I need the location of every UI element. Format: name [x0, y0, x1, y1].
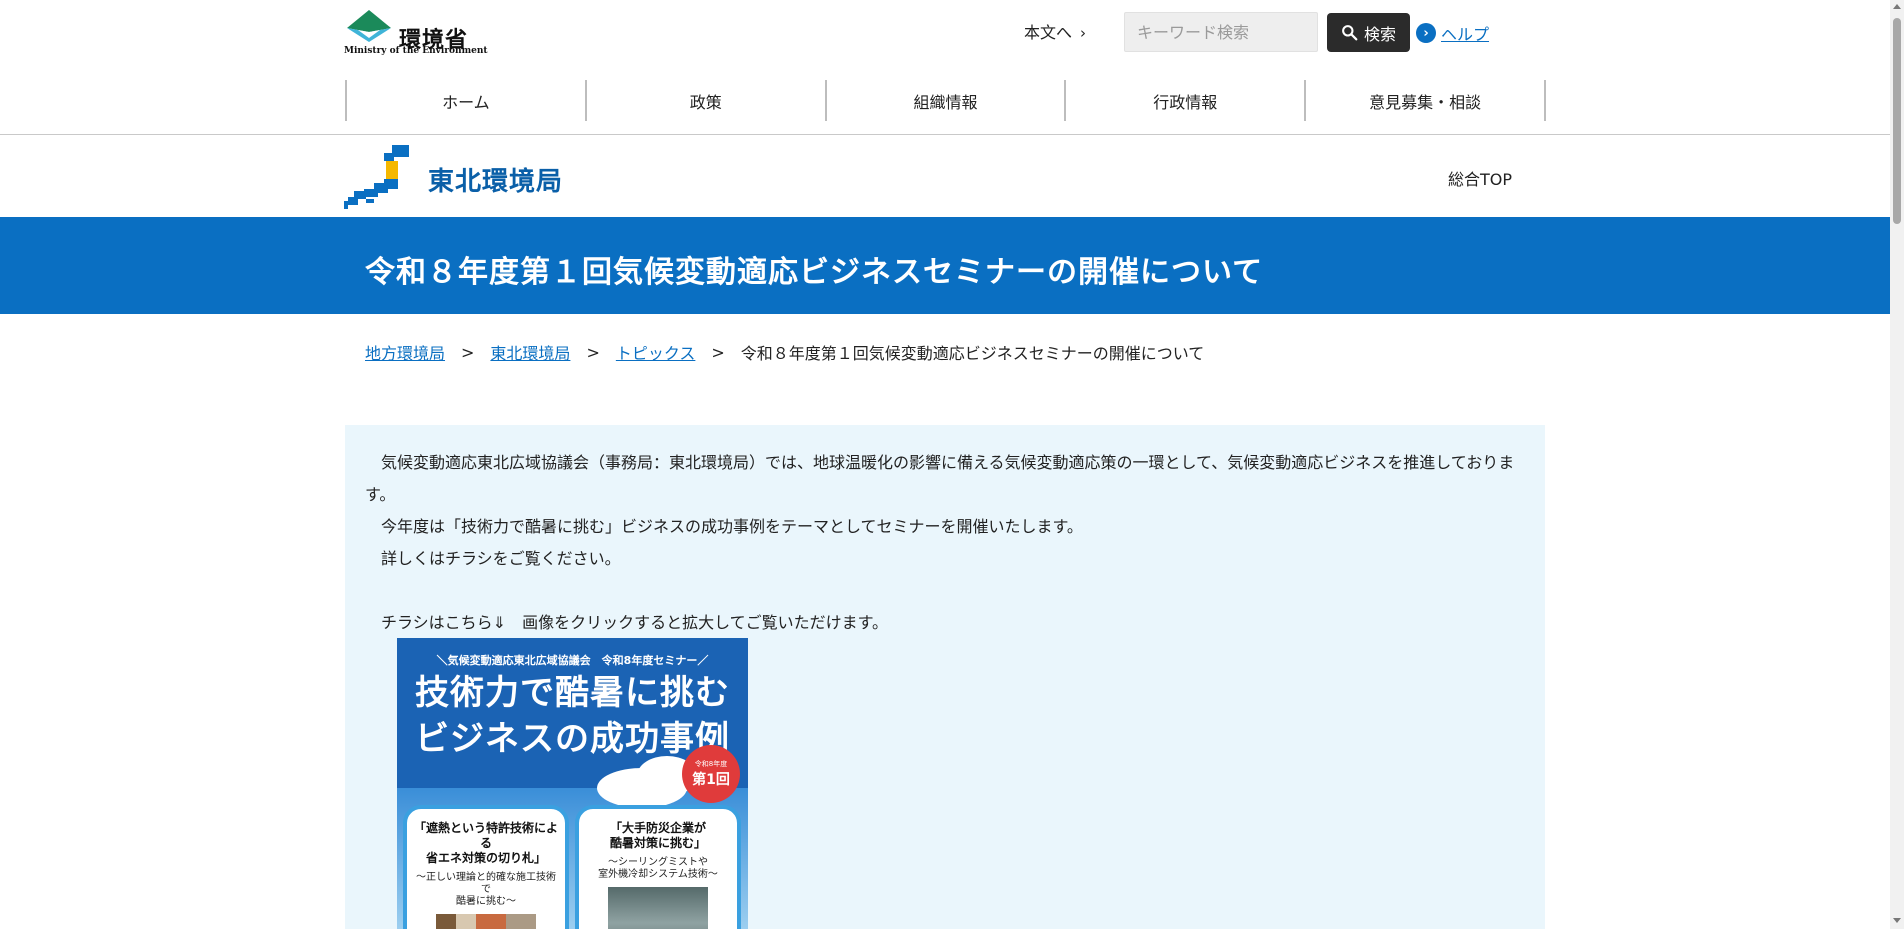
flyer-card-2-photo [608, 887, 708, 929]
flyer-card-1-sub-line2: 酷暑に挑む〜 [456, 896, 516, 907]
vertical-scrollbar[interactable] [1890, 0, 1904, 929]
nav-item-organization[interactable]: 組織情報 [824, 80, 1065, 121]
japan-map-icon [344, 145, 409, 209]
breadcrumb-link-tohoku[interactable]: 東北環境局 [490, 340, 570, 364]
nav-item-home[interactable]: ホーム [345, 80, 585, 121]
page-title: 令和８年度第１回気候変動適応ビジネスセミナーの開催について [365, 255, 1264, 290]
search-button-label: 検索 [1363, 24, 1396, 44]
keyword-search-input[interactable] [1124, 12, 1318, 52]
breadcrumb-separator: > [461, 342, 475, 362]
flyer-card-1-sub-line1: 〜正しい理論と的確な施工技術で [416, 872, 556, 895]
bureau-name[interactable]: 東北環境局 [428, 161, 563, 198]
nav-item-policy[interactable]: 政策 [584, 80, 825, 121]
flyer-badge-year: 令和8年度 [694, 760, 728, 768]
flyer-badge-number: 第1回 [692, 772, 730, 788]
skip-to-content-label: 本文へ [1024, 23, 1073, 42]
ministry-logo-mark-icon [347, 10, 391, 42]
search-button[interactable]: 検索 [1327, 13, 1410, 52]
intro-paragraph: 気候変動適応東北広域協議会（事務局：東北環境局）では、地球温暖化の影響に備える気… [365, 453, 1515, 504]
flyer-card-2-sub-line1: 〜シーリングミストや [608, 857, 708, 868]
flyer-headline-line1: 技術力で酷暑に挑む [415, 673, 730, 713]
flyer-card-1-photo [436, 914, 536, 929]
theme-paragraph: 今年度は「技術力で酷暑に挑む」ビジネスの成功事例をテーマとしてセミナーを開催いた… [381, 517, 1083, 536]
search-icon [1342, 25, 1358, 41]
global-nav: ホーム 政策 組織情報 行政情報 意見募集・相談 [345, 80, 1546, 121]
flyer-notice: チラシはこちら⇓ 画像をクリックすると拡大してご覧いただけます。 [381, 613, 889, 632]
scroll-down-arrow-icon[interactable] [1893, 918, 1901, 923]
flyer-card-1-title-line1: 「遮熱という特許技術による [413, 821, 558, 850]
help-link[interactable]: ヘルプ [1441, 21, 1489, 45]
flyer-card-2: 「大手防災企業が 酷暑対策に挑む」 〜シーリングミストや 室外機冷却システム技術… [575, 805, 741, 929]
skip-to-content-link[interactable]: 本文へ › [1024, 19, 1086, 43]
breadcrumb-separator: > [711, 342, 725, 362]
nav-item-administration[interactable]: 行政情報 [1064, 80, 1304, 121]
flyer-card-1: 「遮熱という特許技術による 省エネ対策の切り札」 〜正しい理論と的確な施工技術で… [403, 805, 569, 929]
flyer-card-1-title-line2: 省エネ対策の切り札」 [425, 851, 546, 865]
ministry-logo[interactable]: 環境省 Ministry of the Environment [344, 8, 488, 56]
bureau-bar [0, 136, 1890, 217]
nav-item-opinions[interactable]: 意見募集・相談 [1304, 80, 1546, 121]
details-paragraph: 詳しくはチラシをご覧ください。 [381, 549, 621, 568]
flyer-image[interactable]: ＼気候変動適応東北広域協議会 令和8年度セミナー／ 技術力で酷暑に挑む ビジネス… [397, 638, 748, 929]
general-top-link[interactable]: 総合TOP [1448, 166, 1512, 190]
flyer-badge: 令和8年度 第1回 [682, 745, 740, 803]
flyer-card-2-title-line2: 酷暑対策に挑む」 [609, 836, 706, 850]
scroll-up-arrow-icon[interactable] [1893, 4, 1901, 9]
scrollbar-thumb[interactable] [1893, 18, 1901, 224]
breadcrumb-separator: > [586, 342, 600, 362]
help-link-group: › ヘルプ [1416, 21, 1489, 45]
content-box: 気候変動適応東北広域協議会（事務局：東北環境局）では、地球温暖化の影響に備える気… [345, 425, 1545, 929]
chevron-right-icon: › [1080, 24, 1087, 42]
flyer-card-2-sub-line2: 室外機冷却システム技術〜 [598, 869, 718, 880]
ministry-logo-en: Ministry of the Environment [344, 46, 488, 56]
flyer-kicker: ＼気候変動適応東北広域協議会 令和8年度セミナー／ [436, 654, 709, 667]
breadcrumb: 地方環境局 > 東北環境局 > トピックス > 令和８年度第１回気候変動適応ビジ… [365, 340, 1204, 364]
site-header: 環境省 Ministry of the Environment 本文へ› 検索 … [0, 0, 1890, 135]
breadcrumb-link-regional[interactable]: 地方環境局 [365, 340, 445, 364]
breadcrumb-link-topics[interactable]: トピックス [616, 340, 696, 364]
chevron-circle-icon: › [1416, 23, 1436, 43]
breadcrumb-current: 令和８年度第１回気候変動適応ビジネスセミナーの開催について [740, 344, 1205, 363]
flyer-card-2-title-line1: 「大手防災企業が [609, 821, 706, 835]
